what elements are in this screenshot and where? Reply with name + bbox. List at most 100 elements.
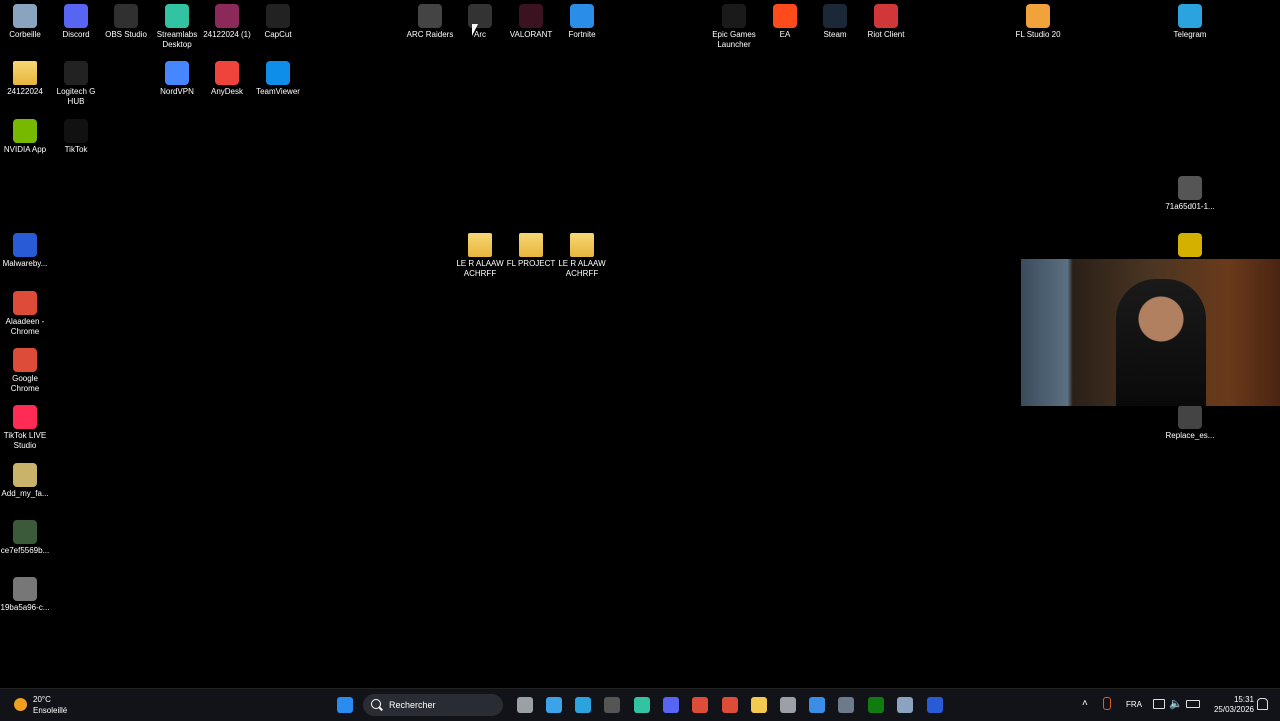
desktop-icon[interactable]: LE R ALAAW ACHRFF (455, 233, 505, 279)
desktop-icon[interactable]: Corbeille (0, 4, 50, 40)
chrome-icon (13, 348, 37, 372)
webcam-overlay (1021, 259, 1280, 406)
desktop-icon[interactable]: AnyDesk (202, 61, 252, 97)
desktop-icon[interactable]: Arc (455, 4, 505, 40)
desktop-icon[interactable]: LE R ALAAW ACHRFF (557, 233, 607, 279)
desktop-icon-label: 24122024 (7, 87, 43, 96)
weather-condition: Ensoleillé (33, 706, 68, 715)
desktop-icon-label: TikTok (64, 145, 88, 154)
file-icon (1178, 405, 1202, 429)
epic-games-icon (722, 4, 746, 28)
chrome-button[interactable] (692, 697, 708, 713)
clock[interactable]: 15:31 25/03/2026 (1204, 695, 1254, 715)
desktop-icon-label: Fortnite (568, 30, 596, 39)
desktop-icon[interactable]: VALORANT (506, 4, 556, 40)
desktop-icon[interactable]: Replace_es... (1165, 405, 1215, 441)
desktop-icon-label: LE R ALAAW ACHRFF (558, 259, 606, 278)
desktop-icon-label: 71a65d01-1... (1165, 202, 1215, 211)
start-button[interactable] (337, 697, 353, 713)
chevron-up-icon[interactable]: ˄ (1082, 698, 1088, 709)
file-explorer-button[interactable] (751, 697, 767, 713)
image-file-icon (13, 463, 37, 487)
volume-icon[interactable]: 🔈 (1169, 697, 1183, 710)
desktop-icon-label: NordVPN (160, 87, 194, 96)
microphone-icon[interactable] (1103, 697, 1111, 710)
battery-icon[interactable] (1186, 700, 1200, 708)
desktop-icon[interactable]: 71a65d01-1... (1165, 176, 1215, 212)
settings-button[interactable] (780, 697, 796, 713)
desktop-icon-label: AnyDesk (210, 87, 243, 96)
streamlabs-button[interactable] (634, 697, 650, 713)
desktop-icon[interactable]: 19ba5a96-c... (0, 577, 50, 613)
desktop-icon[interactable]: Epic Games Launcher (709, 4, 759, 50)
weather-temp: 20°C (33, 695, 51, 704)
search-box[interactable]: Rechercher (363, 694, 503, 716)
desktop-icon-label: 24122024 (1) (203, 30, 251, 39)
language-indicator[interactable]: FRA (1126, 700, 1142, 709)
xbox-button[interactable] (868, 697, 884, 713)
desktop-icon[interactable]: OBS Studio (101, 4, 151, 40)
desktop-icon-label: LE R ALAAW ACHRFF (456, 259, 504, 278)
mouse-cursor (472, 24, 478, 36)
desktop-icon-label: Riot Client (867, 30, 905, 39)
desktop-icon[interactable]: Add_my_fa... (0, 463, 50, 499)
image-file-icon (13, 577, 37, 601)
notepad-button[interactable] (546, 697, 562, 713)
desktop-icon[interactable]: FL Studio 20 (1013, 4, 1063, 40)
desktop-icon-label: TeamViewer (256, 87, 300, 96)
chrome-profile-button[interactable] (722, 697, 738, 713)
discord-button[interactable] (663, 697, 679, 713)
search-placeholder: Rechercher (389, 700, 436, 710)
tiktok-live-icon (13, 405, 37, 429)
desktop-icon-label: Logitech G HUB (56, 87, 96, 106)
store-button[interactable] (809, 697, 825, 713)
desktop-icon[interactable]: EA (760, 4, 810, 40)
desktop-icon-label: ce7ef5569b... (0, 546, 50, 555)
recycle-button[interactable] (897, 697, 913, 713)
desktop-icon[interactable]: FL PROJECT (506, 233, 556, 269)
desktop-icon[interactable]: Streamlabs Desktop (152, 4, 202, 50)
desktop-icon-label: FL Studio 20 (1015, 30, 1061, 39)
desktop-icon-label: CapCut (264, 30, 292, 39)
nordvpn-icon (165, 61, 189, 85)
desktop-icon[interactable]: NVIDIA App (0, 119, 50, 155)
desktop-icon-label: TikTok LIVE Studio (3, 431, 47, 450)
desktop-icon[interactable]: CapCut (253, 4, 303, 40)
nvidia-icon (13, 119, 37, 143)
desktop-icon[interactable]: ARC Raiders (405, 4, 455, 40)
desktop-icon[interactable]: TeamViewer (253, 61, 303, 97)
telegram-button[interactable] (575, 697, 591, 713)
desktop-icon[interactable]: Steam (810, 4, 860, 40)
desktop-icon-label: Telegram (1173, 30, 1207, 39)
desktop-icon[interactable]: Alaadeen - Chrome (0, 291, 50, 337)
desktop-icon[interactable]: 24122024 (1) (202, 4, 252, 40)
desktop-icon-label: EA (779, 30, 791, 39)
desktop-icon[interactable]: TikTok (51, 119, 101, 155)
desktop-icon-label: Google Chrome (10, 374, 40, 393)
calculator-button[interactable] (838, 697, 854, 713)
desktop-icon[interactable]: TikTok LIVE Studio (0, 405, 50, 451)
riot-client-icon (874, 4, 898, 28)
desktop-icon[interactable]: Malwareby... (0, 233, 50, 269)
task-view-button[interactable] (517, 697, 533, 713)
desktop-icon-label: VALORANT (509, 30, 553, 39)
desktop-icon[interactable]: NordVPN (152, 61, 202, 97)
notification-icon[interactable] (1257, 698, 1268, 710)
ea-icon (773, 4, 797, 28)
streamlabs-icon (165, 4, 189, 28)
clock-date: 25/03/2026 (1213, 705, 1254, 714)
desktop-icon-label: Corbeille (9, 30, 41, 39)
taskbar: 20°C Ensoleillé Rechercher ˄ FRA 🔈 15:31… (0, 688, 1280, 721)
malwarebytes-button[interactable] (927, 697, 943, 713)
desktop-icon[interactable]: Riot Client (861, 4, 911, 40)
sun-icon (14, 698, 27, 711)
desktop-icon[interactable]: Logitech G HUB (51, 61, 101, 107)
obs-button[interactable] (604, 697, 620, 713)
desktop-icon[interactable]: Google Chrome (0, 348, 50, 394)
desktop-icon[interactable]: Fortnite (557, 4, 607, 40)
desktop-icon[interactable]: Telegram (1165, 4, 1215, 40)
desktop-icon[interactable]: ce7ef5569b... (0, 520, 50, 556)
desktop-icon[interactable]: 24122024 (0, 61, 50, 97)
network-icon[interactable] (1153, 699, 1165, 709)
desktop-icon[interactable]: Discord (51, 4, 101, 40)
